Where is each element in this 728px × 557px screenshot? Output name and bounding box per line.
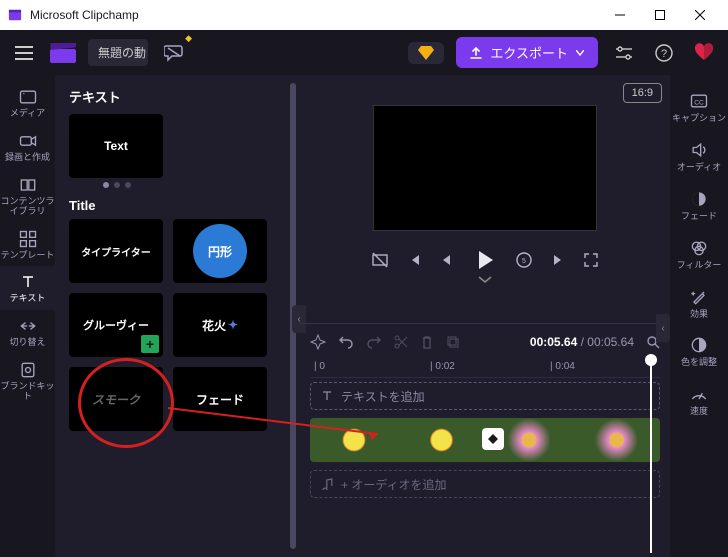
carousel-dots [69,182,296,188]
nav-brandkit[interactable]: ブランドキット [0,354,55,408]
nav-text[interactable]: テキスト [0,266,55,310]
add-icon[interactable]: + [141,335,159,353]
thumb-smoke[interactable]: スモーク [69,367,163,431]
export-button[interactable]: エクスポート [456,37,598,68]
video-clip[interactable] [310,418,660,462]
text-track-placeholder[interactable]: テキストを追加 [310,382,660,410]
thumb-typewriter[interactable]: タイプライター [69,219,163,283]
window-maximize[interactable] [640,0,680,30]
nav-library[interactable]: コンテンツライブラリ [0,169,55,223]
preview-canvas[interactable] [373,105,597,231]
upload-icon [470,47,482,59]
nav-transitions[interactable]: 切り替え [0,310,55,354]
settings-sliders-icon[interactable] [610,39,638,67]
project-name-field[interactable]: 無題の動 [88,39,148,66]
trash-icon[interactable] [420,335,434,349]
expand-chevron[interactable] [477,275,493,285]
magic-comment-icon[interactable]: ◆ [160,39,188,67]
mute-icon[interactable] [371,251,389,269]
thumb-fade[interactable]: フェード [173,367,267,431]
nav-media[interactable]: メディア [0,81,55,125]
thumb-groovy[interactable]: グルーヴィー+ [69,293,163,357]
thumb-plain-text[interactable]: Text [69,114,163,178]
nav-record[interactable]: 録画と作成 [0,125,55,169]
aspect-ratio-button[interactable]: 16:9 [623,83,662,103]
rnav-captions[interactable]: CCキャプション [670,83,728,132]
panel-section-text: テキスト [69,87,296,106]
collapse-panel-right[interactable]: ‹ [656,314,670,342]
help-icon[interactable]: ? [650,39,678,67]
rnav-effects[interactable]: 効果 [670,279,728,328]
fullscreen-icon[interactable] [583,252,599,268]
ai-sparkle-icon[interactable] [310,334,326,350]
svg-text:5: 5 [522,258,526,265]
rnav-adjust[interactable]: 色を調整 [670,327,728,376]
rnav-fade[interactable]: フェード [670,181,728,230]
nav-templates[interactable]: テンプレート [0,223,55,267]
redo-icon[interactable] [366,334,382,350]
export-label: エクスポート [490,43,568,62]
diamond-icon [418,46,434,60]
timeline-ruler[interactable]: | 0 | 0:02 | 0:04 [310,356,660,378]
feedback-heart-icon[interactable] [690,39,718,67]
undo-icon[interactable] [338,334,354,350]
panel-section-title: Title [69,198,296,213]
svg-text:?: ? [661,48,667,60]
hamburger-menu[interactable] [10,39,38,67]
chevron-down-icon [576,50,584,56]
svg-text:CC: CC [694,99,704,106]
thumb-fireworks[interactable]: 花火✦ [173,293,267,357]
rnav-filters[interactable]: フィルター [670,230,728,279]
copy-icon[interactable] [446,335,460,349]
window-minimize[interactable] [600,0,640,30]
timecode: 00:05.64 / 00:05.64 [530,335,634,349]
app-title: Microsoft Clipchamp [30,8,600,22]
clipchamp-icon [50,43,76,63]
premium-badge[interactable] [408,42,444,64]
rnav-audio[interactable]: オーディオ [670,132,728,181]
spark-icon: ✦ [228,318,238,332]
audio-track-placeholder[interactable]: + オーディオを追加 [310,470,660,498]
thumb-circle[interactable]: 円形 [173,219,267,283]
clipchamp-logo-icon [8,8,22,22]
skip-start-icon[interactable] [407,253,421,267]
skip-end-icon[interactable] [551,253,565,267]
rnav-speed[interactable]: 速度 [670,376,728,425]
transition-marker-icon[interactable] [482,428,504,450]
scissors-icon[interactable] [394,335,408,349]
text-t-icon [321,390,333,402]
skip-seconds-icon[interactable]: 5 [515,251,533,269]
playhead[interactable] [650,360,652,553]
play-button[interactable] [471,247,497,273]
music-note-icon [321,478,333,490]
prev-frame-icon[interactable] [439,253,453,267]
window-close[interactable] [680,0,720,30]
